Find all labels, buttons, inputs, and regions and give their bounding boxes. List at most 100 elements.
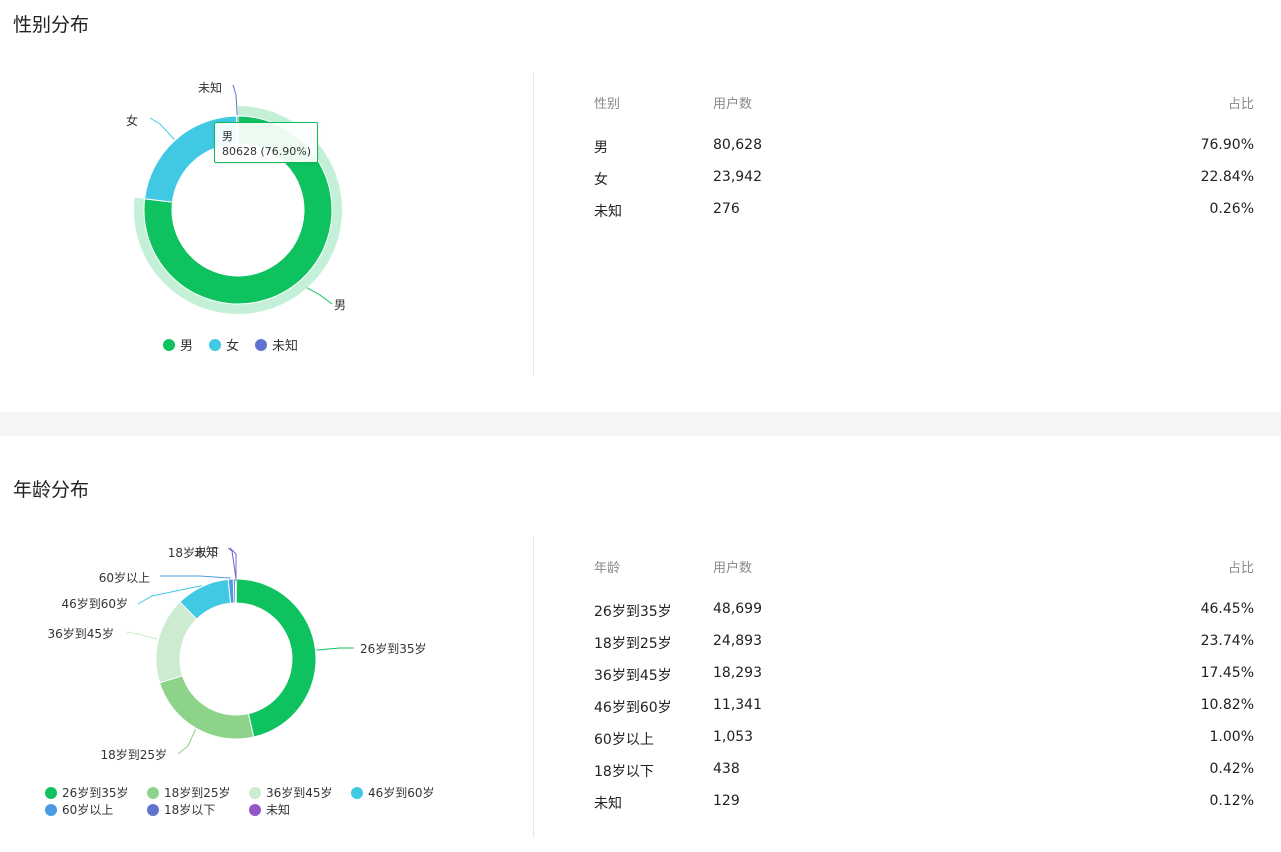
legend-label: 18岁以下 — [164, 803, 216, 817]
row-label: 女 — [594, 172, 608, 188]
donut-slice-1[interactable] — [158, 675, 255, 740]
row-pct: 10.82% — [1200, 697, 1254, 713]
slice-label: 未知 — [198, 81, 222, 95]
row-label: 36岁到45岁 — [594, 668, 672, 684]
row-label: 18岁以下 — [594, 764, 654, 780]
legend-dot-male — [163, 338, 175, 351]
donut-slice-6[interactable] — [234, 578, 237, 604]
legend-label: 60岁以上 — [62, 803, 114, 817]
table-row: 男 80,628 76.90% — [594, 137, 1254, 169]
row-label: 26岁到35岁 — [594, 604, 672, 620]
legend-dot — [351, 786, 363, 799]
row-count: 23,942 — [713, 169, 762, 185]
header-pct: 占比 — [1227, 97, 1254, 112]
table-row: 未知 129 0.12% — [594, 793, 1254, 825]
age-table-header: 年龄 用户数 占比 — [594, 557, 1254, 577]
row-pct: 1.00% — [1209, 729, 1254, 745]
label-leader-line — [232, 84, 238, 116]
section-gap — [0, 412, 1281, 436]
row-label: 46岁到60岁 — [594, 700, 672, 716]
legend-label: 女 — [226, 339, 240, 354]
row-label: 男 — [594, 140, 608, 156]
header-pct: 占比 — [1227, 561, 1254, 576]
row-label: 18岁到25岁 — [594, 636, 672, 652]
legend-dot — [147, 803, 159, 816]
gender-tooltip: 男 80628 (76.90%) — [214, 122, 318, 163]
slice-label: 男 — [334, 298, 346, 312]
legend-label: 未知 — [266, 803, 291, 817]
legend-item-age-unknown[interactable]: 未知 — [249, 802, 351, 817]
table-row: 36岁到45岁 18,293 17.45% — [594, 665, 1254, 697]
label-leader-line — [149, 117, 175, 140]
legend-item-age-60-plus[interactable]: 60岁以上 — [45, 802, 147, 817]
legend-dot — [45, 786, 57, 799]
row-count: 80,628 — [713, 137, 762, 153]
table-row: 女 23,942 22.84% — [594, 169, 1254, 201]
legend-item-male[interactable]: 男 — [163, 335, 193, 354]
age-table: 年龄 用户数 占比 26岁到35岁 48,699 46.45% 18岁到25岁 … — [594, 557, 1254, 812]
label-leader-line — [316, 647, 354, 651]
slice-label: 26岁到35岁 — [360, 641, 427, 656]
table-row: 26岁到35岁 48,699 46.45% — [594, 601, 1254, 633]
row-count: 438 — [713, 761, 740, 777]
slice-label: 36岁到45岁 — [47, 626, 114, 641]
donut-slice-2[interactable] — [155, 601, 198, 684]
row-count: 129 — [713, 793, 740, 809]
legend-item-age-18-25[interactable]: 18岁到25岁 — [147, 785, 249, 800]
legend-label: 未知 — [272, 339, 299, 354]
row-label: 未知 — [594, 204, 622, 220]
row-pct: 0.26% — [1209, 201, 1254, 217]
row-label: 60岁以上 — [594, 732, 654, 748]
row-count: 24,893 — [713, 633, 762, 649]
row-label: 未知 — [594, 796, 622, 812]
legend-item-age-46-60[interactable]: 46岁到60岁 — [351, 785, 453, 800]
legend-dot-unknown — [255, 338, 268, 351]
label-leader-line — [177, 728, 197, 755]
row-pct: 17.45% — [1200, 665, 1254, 681]
header-count: 用户数 — [713, 97, 753, 112]
legend-item-unknown[interactable]: 未知 — [255, 335, 298, 354]
legend-label: 男 — [180, 339, 194, 354]
gender-table: 性别 用户数 占比 男 80,628 76.90% 女 23,942 22.84… — [594, 93, 1254, 220]
row-pct: 22.84% — [1200, 169, 1254, 185]
gender-legend: 男 女 未知 — [163, 335, 314, 354]
legend-dot — [249, 786, 261, 799]
legend-item-female[interactable]: 女 — [209, 335, 239, 354]
legend-dot — [249, 803, 261, 816]
legend-item-age-36-45[interactable]: 36岁到45岁 — [249, 785, 351, 800]
table-row: 18岁到25岁 24,893 23.74% — [594, 633, 1254, 665]
legend-label: 26岁到35岁 — [62, 786, 129, 800]
legend-dot — [45, 803, 57, 816]
row-pct: 46.45% — [1200, 601, 1254, 617]
table-row: 46岁到60岁 11,341 10.82% — [594, 697, 1254, 729]
table-row: 18岁以下 438 0.42% — [594, 761, 1254, 793]
legend-label: 36岁到45岁 — [266, 786, 333, 800]
legend-dot-female — [209, 338, 222, 351]
label-leader-line — [306, 287, 333, 305]
legend-item-age-under-18[interactable]: 18岁以下 — [147, 802, 249, 817]
legend-label: 18岁到25岁 — [164, 786, 231, 800]
age-legend: 26岁到35岁 18岁到25岁 36岁到45岁 46岁到60岁 60岁以上 18… — [45, 785, 465, 817]
row-count: 18,293 — [713, 665, 762, 681]
header-age: 年龄 — [594, 561, 621, 576]
tooltip-value: 80628 (76.90%) — [222, 145, 312, 158]
age-divider — [533, 536, 534, 838]
header-gender: 性别 — [594, 97, 621, 112]
header-count: 用户数 — [713, 561, 753, 576]
label-leader-line — [125, 631, 158, 640]
slice-label: 60岁以上 — [99, 570, 150, 585]
slice-label: 46岁到60岁 — [61, 596, 128, 611]
row-pct: 0.42% — [1209, 761, 1254, 777]
row-pct: 0.12% — [1209, 793, 1254, 809]
row-count: 1,053 — [713, 729, 754, 745]
table-row: 60岁以上 1,053 1.00% — [594, 729, 1254, 761]
slice-label: 18岁以下 — [168, 545, 219, 560]
row-count: 11,341 — [713, 697, 762, 713]
label-leader-line — [160, 575, 231, 579]
slice-label: 18岁到25岁 — [100, 747, 167, 762]
row-pct: 76.90% — [1200, 137, 1254, 153]
legend-dot — [147, 786, 159, 799]
legend-item-age-26-35[interactable]: 26岁到35岁 — [45, 785, 147, 800]
row-count: 48,699 — [713, 601, 762, 617]
table-row: 未知 276 0.26% — [594, 201, 1254, 233]
